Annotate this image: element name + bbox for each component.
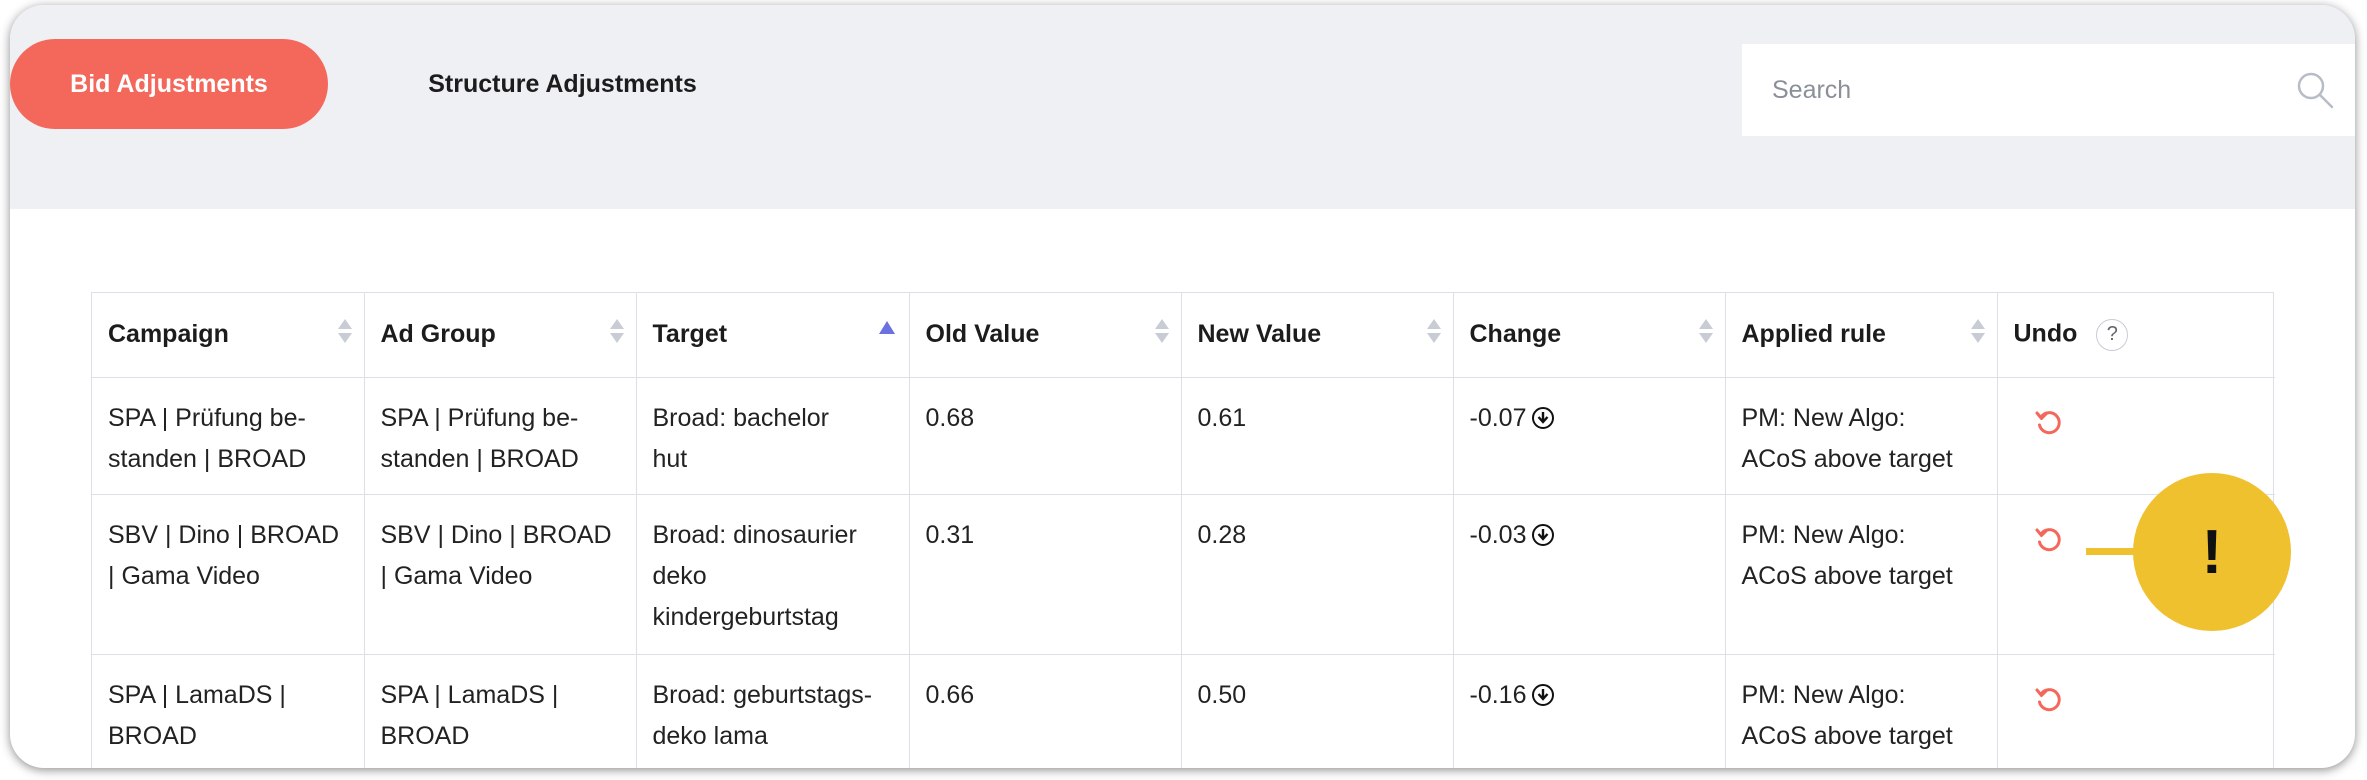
arrow-down-circle-icon xyxy=(1532,684,1555,706)
column-header-old-value[interactable]: Old Value xyxy=(909,293,1182,378)
undo-icon[interactable] xyxy=(2034,408,2064,438)
column-header-change[interactable]: Change xyxy=(1453,293,1726,378)
undo-icon[interactable] xyxy=(2034,525,2064,555)
column-header-ad-group[interactable]: Ad Group xyxy=(364,293,637,378)
cell-campaign: SBV | Dino | BROAD | Gama Video xyxy=(92,494,365,655)
tab-bid-adjustments[interactable]: Bid Adjustments xyxy=(10,39,328,129)
tab-structure-adjustments[interactable]: Structure Adjustments xyxy=(410,39,715,129)
cell-applied-rule: PM: New Algo: ACoS above target xyxy=(1725,654,1998,768)
cell-target: Broad: geburtstags-deko lama xyxy=(636,654,910,768)
cell-ad-group: SPA | Prüfung be-standen | BROAD xyxy=(364,377,637,495)
cell-campaign: SPA | LamaDS | BROAD xyxy=(92,654,365,768)
cell-old-value: 0.31 xyxy=(909,494,1182,655)
cell-change: -0.03 xyxy=(1453,494,1726,655)
sort-icon[interactable] xyxy=(1154,319,1169,351)
cell-new-value: 0.61 xyxy=(1181,377,1454,495)
cell-campaign: SPA | Prüfung be-standen | BROAD xyxy=(92,377,365,495)
arrow-down-circle-icon xyxy=(1532,407,1555,429)
column-header-campaign[interactable]: Campaign xyxy=(92,293,365,378)
table-row: SPA | LamaDS | BROAD SPA | LamaDS | BROAD … xyxy=(92,654,2275,768)
sort-icon[interactable] xyxy=(1426,319,1441,351)
search-box xyxy=(1742,44,2355,136)
arrow-down-circle-icon xyxy=(1532,524,1555,546)
cell-applied-rule: PM: New Algo: ACoS above target xyxy=(1725,494,1998,655)
cell-applied-rule: PM: New Algo: ACoS above target xyxy=(1725,377,1998,495)
adjustments-table: Campaign Ad Group Target Old Value New V… xyxy=(91,292,2275,768)
sort-icon[interactable] xyxy=(609,319,624,351)
search-input[interactable] xyxy=(1772,75,2272,105)
help-icon[interactable]: ? xyxy=(2096,318,2129,351)
table-row: SBV | Dino | BROAD | Gama Video SBV | Din… xyxy=(92,494,2275,655)
cell-ad-group: SPA | LamaDS | BROAD xyxy=(364,654,637,768)
sort-ascending-icon[interactable] xyxy=(878,321,895,334)
cell-new-value: 0.28 xyxy=(1181,494,1454,655)
column-header-undo: Undo ? xyxy=(1997,293,2275,378)
top-bar: Bid Adjustments Structure Adjustments xyxy=(10,5,2355,209)
column-header-new-value[interactable]: New Value xyxy=(1181,293,1454,378)
callout-connector xyxy=(2086,548,2138,555)
cell-change: -0.07 xyxy=(1453,377,1726,495)
cell-ad-group: SBV | Dino | BROAD | Gama Video xyxy=(364,494,637,655)
table-header-row: Campaign Ad Group Target Old Value New V… xyxy=(92,293,2275,378)
sort-icon[interactable] xyxy=(337,319,352,351)
app-window: Bid Adjustments Structure Adjustments Ca… xyxy=(10,5,2355,768)
undo-icon[interactable] xyxy=(2034,685,2064,715)
table-row: SPA | Prüfung be-standen | BROAD SPA | P… xyxy=(92,377,2275,495)
column-header-target[interactable]: Target xyxy=(636,293,910,378)
callout-badge: ! xyxy=(2133,473,2291,631)
column-header-applied-rule[interactable]: Applied rule xyxy=(1725,293,1998,378)
cell-undo xyxy=(1997,654,2275,768)
cell-target: Broad: dinosaurier deko kindergeburtstag xyxy=(636,494,910,655)
cell-new-value: 0.50 xyxy=(1181,654,1454,768)
cell-target: Broad: bachelor hut xyxy=(636,377,910,495)
sort-icon[interactable] xyxy=(1698,319,1713,351)
cell-old-value: 0.66 xyxy=(909,654,1182,768)
cell-old-value: 0.68 xyxy=(909,377,1182,495)
search-icon[interactable] xyxy=(2295,70,2335,110)
cell-change: -0.16 xyxy=(1453,654,1726,768)
sort-icon[interactable] xyxy=(1970,319,1985,351)
